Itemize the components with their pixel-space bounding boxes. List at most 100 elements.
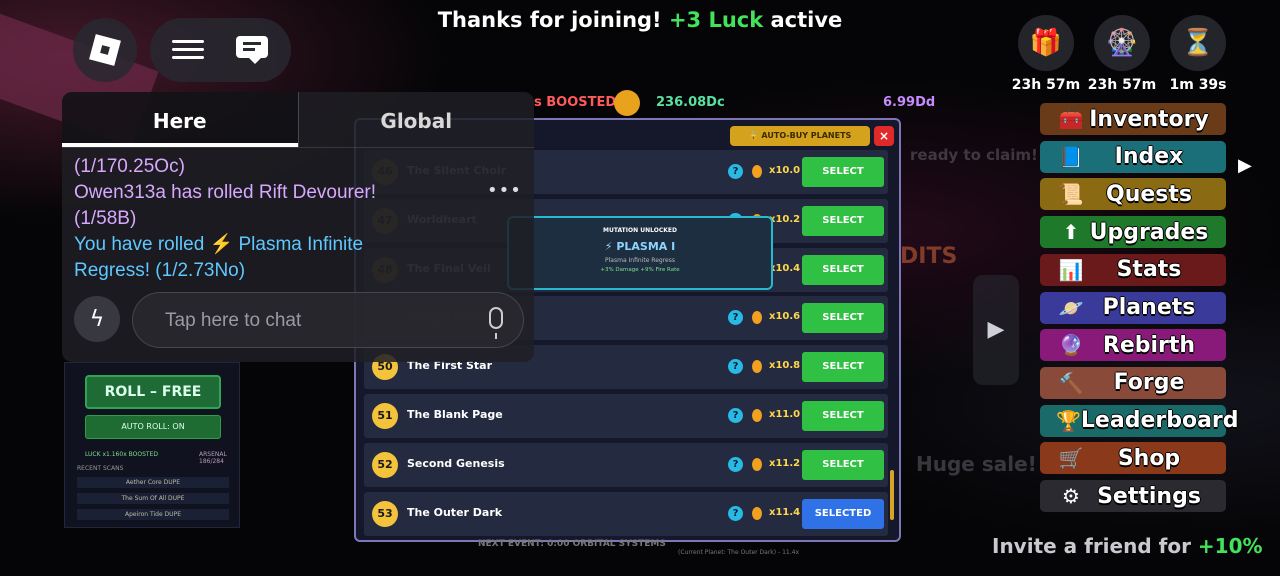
select-planet-button[interactable]: SELECT (802, 205, 884, 236)
gem-balance: 6.99Dd (883, 95, 936, 110)
chat-message: (1/170.25Oc) (74, 156, 185, 177)
planet-number: 52 (372, 451, 398, 478)
planet-multiplier: x10.4 (769, 262, 801, 274)
wheel-timer: 23h 57m (1087, 77, 1157, 93)
chat-toggle-icon[interactable] (236, 36, 268, 64)
coin-icon (752, 409, 762, 422)
menu-item-settings[interactable]: ⚙ Settings (1040, 480, 1226, 512)
menu-item-label: Settings (1097, 483, 1201, 509)
boosted-label: s BOOSTED (534, 95, 617, 110)
chat-input[interactable]: Tap here to chat (132, 292, 524, 348)
bar-chart-icon: 📊 (1058, 257, 1084, 282)
select-planet-button[interactable]: SELECT (802, 157, 884, 187)
select-planet-button[interactable]: SELECT (802, 401, 884, 431)
info-icon[interactable]: ? (728, 456, 743, 472)
menu-item-quests[interactable]: 📜 Quests (1040, 178, 1226, 211)
menu-item-inventory[interactable]: 🧰 Inventory (1040, 103, 1226, 135)
menu-item-planets[interactable]: 🪐 Planets (1040, 291, 1226, 324)
planet-row: 52 Second Genesis? x11.2 SELECT (364, 442, 888, 487)
planet-name: The Blank Page (407, 408, 503, 421)
coin-balance: 236.08Dc (656, 95, 725, 110)
next-arrow-button[interactable]: ▶ (973, 275, 1019, 385)
auto-buy-planets-button[interactable]: 🔒 AUTO-BUY PLANETS (730, 126, 870, 146)
select-planet-button[interactable]: SELECT (802, 303, 884, 334)
microphone-icon[interactable] (489, 307, 503, 339)
planet-number: 51 (372, 403, 398, 429)
menu-item-label: Forge (1113, 370, 1185, 396)
mutation-unlocked-toast: MUTATION UNLOCKED ⚡ PLASMA I Plasma Infi… (507, 216, 773, 290)
menu-item-label: Shop (1117, 445, 1181, 471)
menu-item-index[interactable]: 📘 Index (1040, 140, 1226, 173)
current-planet-label: (Current Planet: The Outer Dark) - 11.4x (678, 549, 799, 556)
info-icon[interactable]: ? (728, 164, 743, 179)
recent-scan-item: Apeiron Tide DUPE (77, 509, 229, 520)
tab-here[interactable]: Here (62, 92, 298, 147)
mutation-header: MUTATION UNLOCKED (603, 227, 677, 234)
gear-icon: ⚙ (1062, 484, 1080, 508)
ferris-wheel-icon[interactable]: 🎡 (1094, 15, 1150, 71)
tab-global[interactable]: Global (297, 92, 535, 147)
menu-item-shop[interactable]: 🛒 Shop (1040, 442, 1226, 475)
roblox-logo-icon (89, 34, 121, 66)
menu-item-rebirth[interactable]: 🔮 Rebirth (1040, 329, 1226, 362)
chat-window: Here Global (1/170.25Oc) Owen313a has ro… (62, 92, 534, 362)
arrow-up-icon: ⬆ (1062, 220, 1080, 245)
planet-name: Second Genesis (407, 456, 505, 470)
info-icon[interactable]: ? (728, 408, 743, 423)
menu-item-label: Leaderboard (1080, 408, 1239, 434)
planet-multiplier: x11.2 (769, 457, 801, 469)
coin-icon (752, 311, 762, 325)
gift-icon[interactable]: 🎁 (1018, 15, 1074, 71)
roblox-menu-button[interactable] (73, 18, 137, 82)
planet-name: The Outer Dark (407, 505, 503, 519)
planet-multiplier: x10.6 (769, 311, 801, 323)
mutation-stats: +3% Damage +9% Fire Rate (600, 267, 680, 273)
menu-item-forge[interactable]: 🔨 Forge (1040, 366, 1226, 399)
planet-multiplier: x10.0 (769, 165, 801, 176)
info-icon[interactable]: ? (728, 359, 743, 375)
select-planet-button[interactable]: SELECT (802, 449, 884, 480)
rebirth-orb-icon: 🔮 (1058, 333, 1084, 358)
menu-item-label: Upgrades (1089, 219, 1209, 245)
coin-icon (752, 165, 762, 178)
chat-messages: (1/170.25Oc) Owen313a has rolled Rift De… (74, 154, 434, 284)
menu-item-label: Index (1114, 144, 1184, 170)
gift-timer: 23h 57m (1011, 77, 1081, 93)
recent-scans-title: RECENT SCANS (77, 465, 124, 472)
planet-list-scrollbar[interactable] (890, 470, 894, 520)
close-icon[interactable]: × (874, 126, 894, 146)
hamburger-menu-icon[interactable] (172, 40, 204, 60)
top-menu-pill (150, 18, 291, 82)
roll-button[interactable]: ROLL – FREE (85, 375, 221, 409)
menu-item-label: Inventory (1089, 106, 1209, 132)
planet-number: 53 (372, 500, 398, 527)
more-options-icon[interactable]: ••• (487, 180, 522, 201)
menu-item-stats[interactable]: 📊 Stats (1040, 253, 1226, 286)
auto-roll-button[interactable]: AUTO ROLL: ON (85, 415, 221, 439)
hourglass-icon[interactable]: ⏳ (1170, 15, 1226, 71)
info-icon[interactable]: ? (728, 310, 743, 326)
planet-multiplier: x11.0 (769, 409, 801, 420)
planet-row: 53 The Outer Dark? x11.4 SELECTED (364, 491, 888, 536)
planet-multiplier: x10.8 (769, 360, 801, 372)
chest-icon: 🧰 (1058, 107, 1084, 131)
ghost-dits-text: DITS (900, 244, 958, 269)
select-planet-button[interactable]: SELECT (802, 352, 884, 383)
planet-multiplier: x11.4 (769, 506, 801, 518)
coin-icon (752, 506, 762, 520)
mutation-subtitle: Plasma Infinite Regress (605, 257, 675, 264)
planet-row: 51 The Blank Page? x11.0 SELECT (364, 394, 888, 438)
luck-status: LUCK x1.160x BOOSTED (85, 451, 158, 458)
invite-friend-label[interactable]: Invite a friend for +10% (992, 534, 1263, 558)
hammer-icon: 🔨 (1058, 370, 1084, 395)
chat-input-placeholder: Tap here to chat (165, 310, 302, 331)
select-planet-button[interactable]: SELECTED (802, 498, 884, 529)
select-planet-button[interactable]: SELECT (802, 254, 884, 285)
shop-cart-icon: 🛒 (1058, 446, 1084, 471)
info-icon[interactable]: ? (728, 505, 743, 521)
menu-item-leaderboard[interactable]: 🏆 Leaderboard (1040, 404, 1239, 437)
menu-item-upgrades[interactable]: ⬆ Upgrades (1040, 216, 1226, 249)
trophy-icon: 🏆 (1056, 408, 1081, 433)
arsenal-count: ARSENAL 186/284 (199, 451, 227, 465)
lightning-icon[interactable]: ϟ (74, 296, 120, 342)
